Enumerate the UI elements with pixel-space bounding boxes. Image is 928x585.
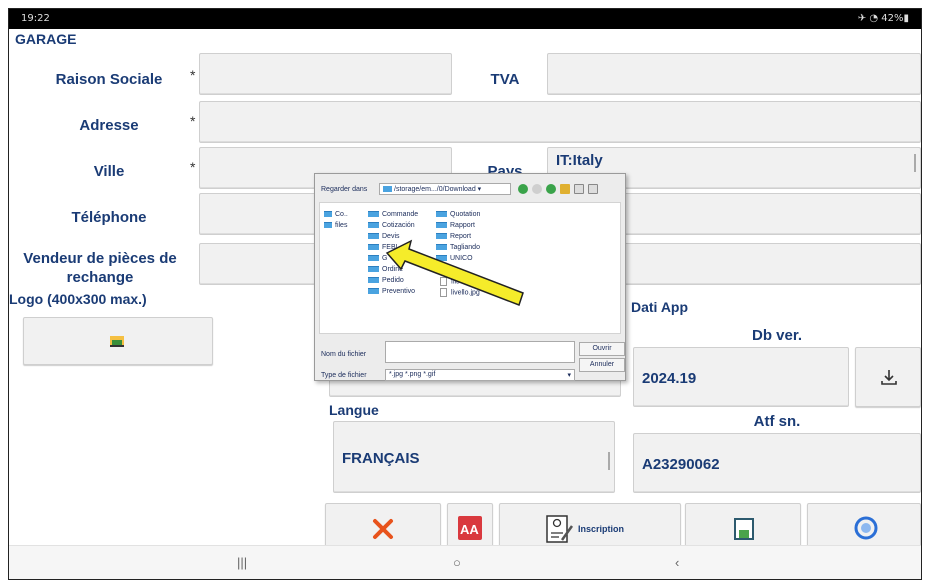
path-select[interactable]: /storage/em.../0/Download ▾ [379, 183, 511, 195]
sidebar-item-label: files [335, 222, 348, 229]
sidebar-item[interactable]: files [324, 222, 347, 229]
folder-icon [368, 233, 379, 240]
folder-icon [436, 222, 447, 229]
atf-value: A23290062 [642, 456, 720, 473]
vendeur-label-line1: Vendeur de pièces de [23, 250, 177, 267]
page-title: GARAGE [15, 31, 77, 47]
folder-icon [324, 211, 332, 218]
folder-item[interactable]: Cotización [368, 222, 415, 229]
langue-select[interactable]: FRANÇAIS [333, 421, 615, 493]
look-in-label: Regarder dans [321, 186, 368, 193]
required-marker: * [190, 159, 196, 175]
home-icon[interactable]: ○ [453, 555, 461, 570]
battery-level: 42% [881, 13, 904, 24]
forward-icon[interactable] [532, 184, 542, 194]
status-bar: 19:22 ✈ ◔ 42%▮ [9, 9, 921, 29]
required-marker: * [190, 113, 196, 129]
folder-icon [368, 288, 379, 295]
folder-item[interactable]: Commande [368, 211, 418, 218]
inscription-label: Inscription [578, 524, 625, 534]
folder-icon [368, 277, 379, 284]
back-icon[interactable] [518, 184, 528, 194]
status-right: ✈ ◔ 42%▮ [858, 13, 909, 24]
save-icon [734, 518, 754, 540]
system-nav-bar: ||| ○ ‹ [9, 545, 921, 579]
list-view-icon[interactable] [588, 184, 598, 194]
image-icon [110, 336, 124, 347]
chevron-down-icon: ▾ [567, 372, 571, 379]
new-folder-icon[interactable] [560, 184, 570, 194]
filetype-select[interactable]: *.jpg *.png *.gif ▾ [385, 369, 575, 381]
folder-label: Rapport [450, 222, 475, 229]
langue-label: Langue [329, 402, 379, 418]
folder-label: Cotización [382, 222, 415, 229]
app-frame: 19:22 ✈ ◔ 42%▮ GARAGE Raison Sociale * T… [8, 8, 922, 580]
folder-item[interactable]: Rapport [436, 222, 475, 229]
support-icon [854, 516, 878, 540]
wifi-icon: ✈ ◔ [857, 13, 882, 24]
recent-apps-icon[interactable]: ||| [237, 555, 247, 570]
raison-sociale-label: Raison Sociale [55, 71, 163, 88]
folder-icon [368, 211, 379, 218]
ville-label: Ville [93, 163, 125, 180]
registration-icon [546, 515, 574, 543]
langue-value: FRANÇAIS [342, 450, 420, 467]
folder-icon [368, 244, 379, 251]
close-icon [373, 519, 393, 539]
path-value: /storage/em.../0/Download [394, 186, 476, 193]
dati-app-title: Dati App [631, 299, 689, 315]
raison-sociale-input[interactable] [199, 53, 452, 95]
telephone-label: Téléphone [71, 209, 147, 226]
vendeur-label-line2: rechange [66, 269, 134, 286]
folder-label: Commande [382, 211, 419, 218]
tva-label: TVA [490, 71, 520, 88]
tva-input[interactable] [547, 53, 921, 95]
status-time: 19:22 [21, 13, 50, 24]
db-ver-field: 2024.19 [633, 347, 849, 407]
open-button[interactable]: Ouvrir [579, 342, 625, 356]
folder-icon [383, 186, 392, 193]
folder-icon [368, 266, 379, 273]
adresse-input[interactable] [199, 101, 921, 143]
battery-icon: ▮ [903, 13, 909, 24]
filetype-label: Type de fichier [321, 372, 367, 379]
folder-item[interactable]: Quotation [436, 211, 480, 218]
logo-picker-button[interactable] [23, 317, 213, 365]
langue-scroll-indicator [608, 452, 610, 470]
dialog-cancel-button[interactable]: Annuler [579, 358, 625, 372]
folder-icon [368, 255, 379, 262]
svg-text:AA: AA [460, 522, 479, 537]
filename-label: Nom du fichier [321, 351, 367, 358]
font-icon: AA [458, 516, 482, 540]
atf-field: A23290062 [633, 433, 921, 493]
pays-value: IT:Italy [556, 152, 603, 169]
pays-scroll-indicator [914, 154, 916, 172]
logo-label: Logo (400x300 max.) [9, 291, 147, 307]
folder-label: Quotation [450, 211, 481, 218]
atf-label: Atf sn. [753, 413, 801, 430]
sidebar-item[interactable]: Co.. [324, 211, 348, 218]
vendeur-label: Vendeur de pièces de rechange [9, 249, 191, 287]
back-icon[interactable]: ‹ [675, 555, 679, 570]
filetype-value: *.jpg *.png *.gif [389, 371, 436, 378]
db-ver-value: 2024.19 [642, 370, 697, 387]
download-icon [881, 370, 897, 385]
up-icon[interactable] [546, 184, 556, 194]
folder-icon [436, 211, 447, 218]
db-ver-label: Db ver. [751, 327, 803, 344]
required-marker: * [190, 67, 196, 83]
sidebar-item-label: Co.. [335, 211, 348, 218]
folder-icon [368, 222, 379, 229]
filename-input[interactable] [385, 341, 575, 363]
annotation-arrow-icon [385, 239, 524, 306]
download-db-button[interactable] [855, 347, 921, 407]
folder-icon [324, 222, 332, 229]
adresse-label: Adresse [79, 117, 139, 134]
grid-view-icon[interactable] [574, 184, 584, 194]
